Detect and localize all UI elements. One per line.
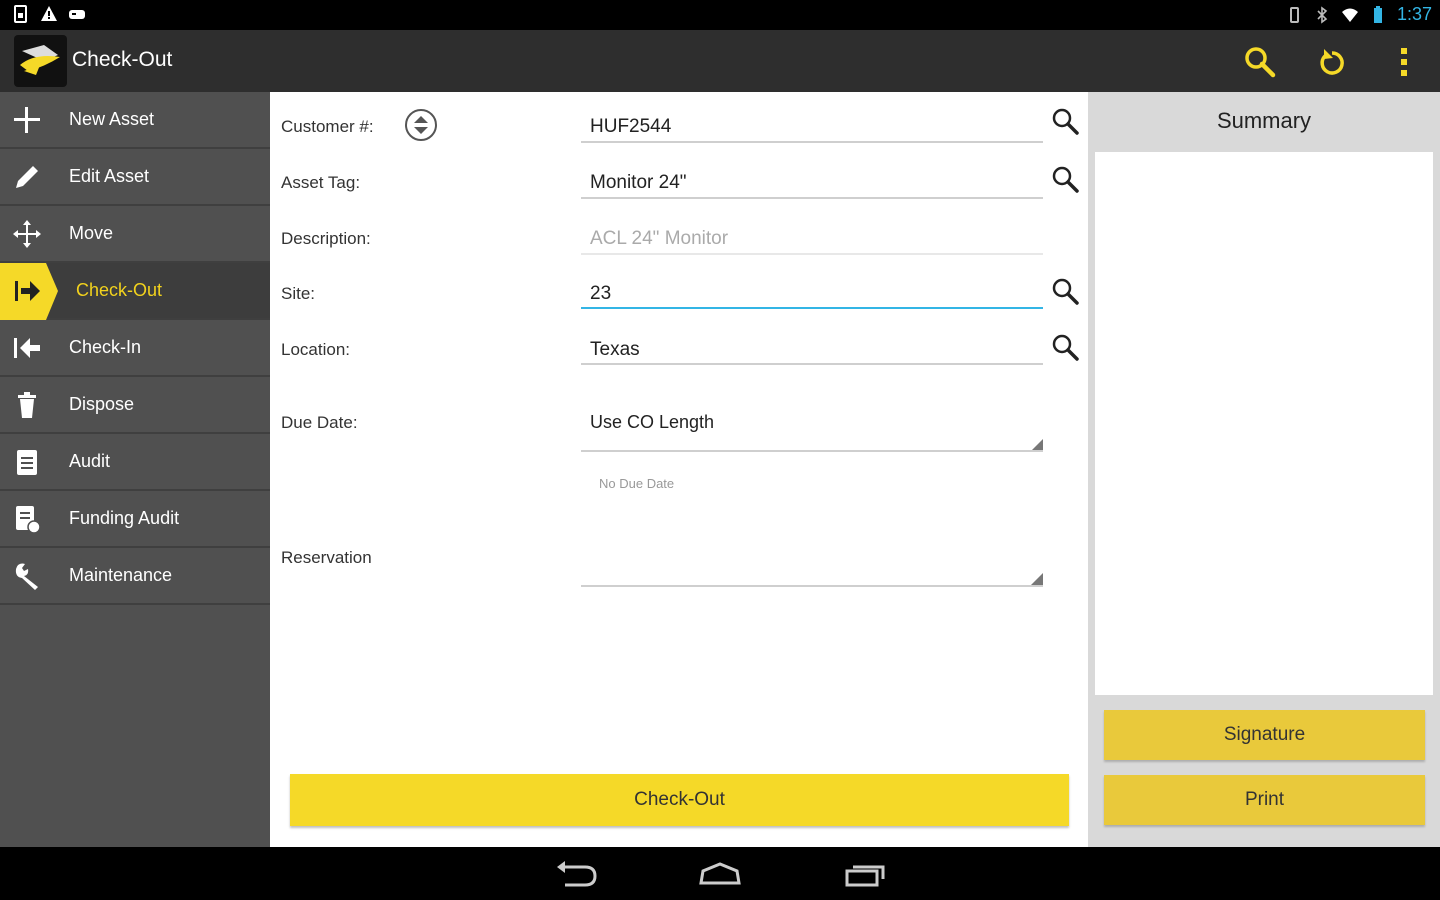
check-out-form: Customer #: HUF2544 Asset Tag: Monitor 2… [270, 92, 1088, 847]
sidebar-item-label: New Asset [69, 109, 155, 129]
description-field: ACL 24" Monitor [590, 228, 729, 249]
home-icon[interactable] [695, 857, 745, 891]
app-title: Check-Out [72, 48, 173, 71]
customer-field-underline [581, 141, 1043, 143]
move-icon [12, 219, 42, 249]
due-date-select[interactable]: Use CO Length [590, 412, 714, 433]
location-label: Location: [281, 340, 350, 359]
status-bar: 1:37 [0, 0, 1440, 30]
customer-type-spinner-icon[interactable] [404, 108, 438, 142]
system-nav-bar [0, 847, 1440, 900]
search-button[interactable] [1240, 42, 1280, 82]
check-out-button[interactable]: Check-Out [290, 774, 1069, 826]
site-search-icon[interactable] [1050, 276, 1080, 306]
customer-label: Customer #: [281, 117, 374, 136]
warning-icon [41, 6, 57, 21]
location-field[interactable]: Texas [590, 339, 640, 361]
description-label: Description: [281, 229, 371, 248]
sidebar-item-audit[interactable]: Audit [0, 434, 270, 491]
asset-tag-field-underline [581, 197, 1043, 199]
customer-field[interactable]: HUF2544 [590, 116, 671, 138]
location-search-icon[interactable] [1050, 332, 1080, 362]
overflow-menu-button[interactable] [1384, 42, 1424, 82]
description-field-underline [581, 253, 1043, 255]
sidebar-item-edit-asset[interactable]: Edit Asset [0, 149, 270, 206]
sidebar-item-label: Move [69, 223, 114, 243]
recent-apps-icon[interactable] [841, 857, 891, 891]
clipboard-icon [12, 447, 42, 477]
customer-search-icon[interactable] [1050, 106, 1080, 136]
reservation-select-underline [581, 585, 1043, 587]
sidebar-item-label: Funding Audit [69, 508, 180, 528]
sidebar-item-label: Maintenance [69, 565, 173, 585]
overflow-menu-icon [1401, 48, 1407, 76]
funding-audit-icon [12, 504, 42, 534]
sidebar-item-move[interactable]: Move [0, 206, 270, 263]
game-controller-icon [69, 10, 85, 19]
sidebar-item-label: Edit Asset [69, 166, 150, 186]
pencil-icon [12, 162, 42, 192]
check-out-icon [12, 276, 42, 306]
wrench-icon [12, 561, 42, 591]
sidebar-item-check-in[interactable]: Check-In [0, 320, 270, 377]
wasp-logo-icon [20, 45, 60, 75]
sidebar-item-funding-audit[interactable]: Funding Audit [0, 491, 270, 548]
refresh-button[interactable] [1312, 42, 1352, 82]
asset-tag-field[interactable]: Monitor 24" [590, 172, 687, 194]
due-date-hint: No Due Date [599, 476, 675, 491]
sidebar-item-check-out[interactable]: Check-Out [0, 263, 270, 320]
back-icon[interactable] [551, 857, 601, 891]
summary-panel: Summary Signature Print [1088, 92, 1440, 847]
sidebar-item-label: Check-In [69, 337, 142, 357]
sidebar-item-label: Audit [69, 451, 111, 471]
asset-tag-search-icon[interactable] [1050, 164, 1080, 194]
reservation-label: Reservation [281, 548, 372, 567]
site-field-underline [581, 307, 1043, 309]
site-field[interactable]: 23 [590, 283, 611, 305]
trash-icon [12, 390, 42, 420]
dropdown-corner-icon [1031, 573, 1043, 585]
site-label: Site: [281, 284, 316, 303]
action-bar: Check-Out [0, 30, 1440, 92]
sidebar: New Asset Edit Asset Move Check-Out Chec… [0, 92, 270, 847]
sidebar-item-dispose[interactable]: Dispose [0, 377, 270, 434]
due-date-label: Due Date: [281, 413, 358, 432]
system-icons: 1:37 [1285, 4, 1432, 25]
bluetooth-off-icon [1317, 5, 1328, 24]
battery-icon [1373, 5, 1382, 23]
sidebar-item-label: Dispose [69, 394, 135, 414]
sidebar-item-maintenance[interactable]: Maintenance [0, 548, 270, 605]
sim-card-icon [14, 5, 27, 23]
check-in-icon [12, 333, 42, 363]
summary-content [1095, 152, 1433, 695]
clock: 1:37 [1396, 4, 1432, 24]
search-icon [1245, 47, 1276, 78]
sidebar-item-new-asset[interactable]: New Asset [0, 92, 270, 149]
sidebar-item-label: Check-Out [76, 280, 163, 300]
vibrate-icon [1289, 6, 1299, 23]
due-date-select-underline [581, 450, 1043, 452]
signature-button[interactable]: Signature [1104, 710, 1425, 760]
asset-tag-label: Asset Tag: [281, 173, 361, 192]
print-button[interactable]: Print [1104, 775, 1425, 825]
app-logo[interactable] [14, 35, 67, 87]
wifi-icon [1341, 8, 1358, 22]
notification-icons [12, 5, 86, 23]
location-field-underline [581, 363, 1043, 365]
summary-title: Summary [1216, 108, 1312, 133]
refresh-icon [1320, 49, 1344, 75]
plus-icon [12, 105, 42, 135]
